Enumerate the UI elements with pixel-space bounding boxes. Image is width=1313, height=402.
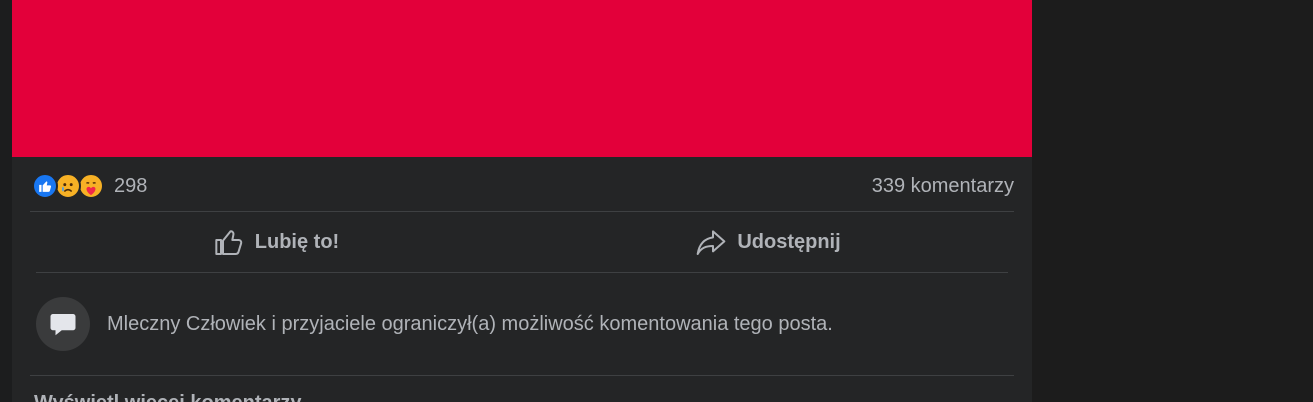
care-icon [78, 173, 104, 199]
divider [30, 375, 1014, 376]
post-stats: 298 339 komentarzy [32, 169, 1014, 203]
comments-count[interactable]: 339 komentarzy [872, 175, 1014, 198]
sad-icon [55, 173, 81, 199]
share-icon [695, 226, 727, 258]
more-comments-link[interactable]: Wyświetl więcej komentarzy [34, 392, 302, 402]
reactions-count: 298 [114, 174, 148, 197]
restriction-notice-text: Mleczny Człowiek i przyjaciele ograniczy… [107, 312, 833, 335]
like-button-label: Lubię to! [254, 230, 340, 253]
reactions-summary[interactable]: 298 [32, 173, 147, 199]
comment-restriction-notice: Mleczny Człowiek i przyjaciele ograniczy… [36, 297, 833, 351]
divider [36, 272, 1008, 273]
post-image[interactable] [12, 0, 1032, 157]
comment-bubble-icon [36, 297, 90, 351]
like-button[interactable]: Lubię to! [30, 213, 522, 271]
post-card: 298 339 komentarzy Lubię to! Udostępnij [12, 0, 1032, 402]
like-icon [32, 173, 58, 199]
thumbs-up-icon [213, 226, 245, 258]
post-actions: Lubię to! Udostępnij [30, 213, 1014, 271]
right-sidebar [1032, 0, 1313, 402]
left-margin [0, 0, 12, 402]
share-button[interactable]: Udostępnij [522, 213, 1014, 271]
share-button-label: Udostępnij [737, 230, 841, 253]
divider [30, 211, 1014, 212]
